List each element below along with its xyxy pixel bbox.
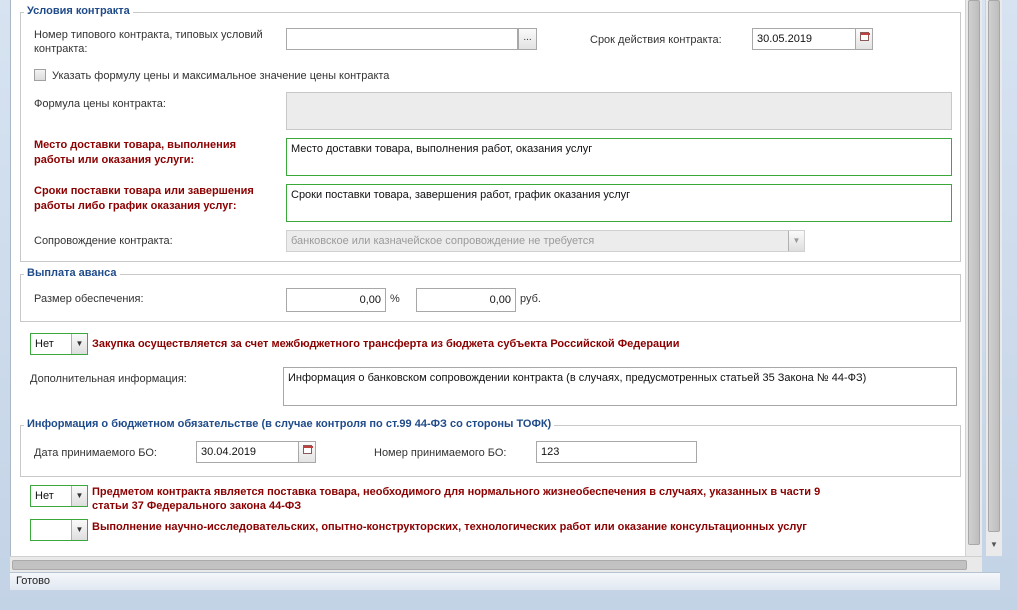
chevron-down-icon[interactable]: ▼ (71, 520, 87, 540)
life-support-label-line2: статьи 37 Федерального закона 44-ФЗ (92, 500, 302, 512)
security-rub-input[interactable]: 0,00 (416, 288, 516, 312)
calendar-icon[interactable] (855, 28, 873, 50)
rub-unit: руб. (520, 293, 541, 305)
life-support-select-value: Нет (35, 490, 54, 502)
advance-legend: Выплата аванса (24, 267, 120, 279)
formula-input (286, 92, 952, 130)
research-label: Выполнение научно-исследовательских, опы… (92, 521, 807, 533)
bo-date-label: Дата принимаемого БО: (34, 447, 157, 459)
support-label: Сопровождение контракта: (34, 235, 173, 247)
chevron-down-icon: ▼ (788, 231, 804, 251)
chevron-down-icon[interactable]: ▼ (71, 334, 87, 354)
inner-scrollbar-thumb[interactable] (968, 0, 980, 545)
outer-scrollbar[interactable]: ▼ (985, 0, 1002, 556)
calendar-icon[interactable] (298, 441, 316, 463)
outer-scrollbar-thumb[interactable] (988, 0, 1000, 532)
interbudget-label: Закупка осуществляется за счет межбюджет… (92, 338, 680, 350)
formula-checkbox[interactable] (34, 69, 46, 81)
support-select: банковское или казначейское сопровождени… (286, 230, 805, 252)
status-bar: Готово (10, 572, 1000, 590)
chevron-down-icon[interactable]: ▼ (71, 486, 87, 506)
contract-conditions-legend: Условия контракта (24, 5, 133, 17)
contract-term-label: Срок действия контракта: (590, 34, 722, 46)
bo-number-label: Номер принимаемого БО: (374, 447, 507, 459)
typical-contract-input[interactable] (286, 28, 518, 50)
delivery-terms-input[interactable]: Сроки поставки товара, завершения работ,… (286, 184, 952, 222)
scroll-down-icon[interactable]: ▼ (988, 540, 1000, 552)
delivery-place-input[interactable]: Место доставки товара, выполнения работ,… (286, 138, 952, 176)
status-text: Готово (16, 575, 50, 587)
interbudget-select-value: Нет (35, 338, 54, 350)
additional-info-label: Дополнительная информация: (30, 373, 187, 385)
typical-contract-label: Номер типового контракта, типовых услови… (34, 29, 263, 55)
budget-obligation-legend: Информация о бюджетном обязательстве (в … (24, 418, 555, 430)
delivery-terms-label: Сроки поставки товара или завершения раб… (34, 185, 254, 212)
inner-scrollbar[interactable] (965, 0, 982, 556)
browse-button[interactable]: ... (518, 28, 537, 50)
bo-date-input[interactable]: 30.04.2019 (196, 441, 299, 463)
contract-term-input[interactable]: 30.05.2019 (752, 28, 856, 50)
horizontal-scrollbar-thumb[interactable] (12, 560, 967, 570)
security-percent-input[interactable]: 0,00 (286, 288, 386, 312)
life-support-label-line1: Предметом контракта является поставка то… (92, 486, 821, 498)
percent-unit: % (390, 293, 400, 305)
delivery-place-label: Место доставки товара, выполнения работы… (34, 139, 237, 166)
additional-info-input[interactable]: Информация о банковском сопровождении ко… (283, 367, 957, 406)
horizontal-scrollbar[interactable] (10, 556, 982, 572)
formula-checkbox-label: Указать формулу цены и максимальное знач… (52, 70, 390, 82)
bo-number-input[interactable]: 123 (536, 441, 697, 463)
formula-label: Формула цены контракта: (34, 98, 166, 110)
security-label: Размер обеспечения: (34, 293, 144, 305)
